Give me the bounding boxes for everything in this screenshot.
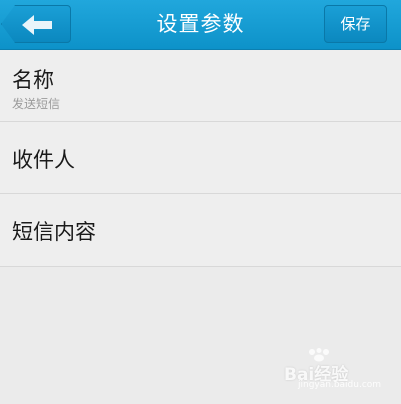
list-item-name[interactable]: 名称 发送短信 xyxy=(0,50,401,122)
list-item-label: 短信内容 xyxy=(12,220,96,244)
watermark-url: jingyan.baidu.com xyxy=(298,380,382,390)
save-button[interactable]: 保存 xyxy=(324,5,387,43)
app-header: 设置参数 保存 xyxy=(0,0,401,50)
back-arrow-icon xyxy=(22,15,52,35)
list-item-label: 名称 xyxy=(12,68,54,92)
list-item-value: 发送短信 xyxy=(12,97,61,111)
list-item-sms-content[interactable]: 短信内容 xyxy=(0,194,401,267)
page-title: 设置参数 xyxy=(156,12,245,36)
back-button[interactable] xyxy=(1,5,71,43)
settings-list: 名称 发送短信 收件人 短信内容 xyxy=(0,50,401,267)
list-item-label: 收件人 xyxy=(12,148,75,172)
list-item-recipient[interactable]: 收件人 xyxy=(0,122,401,194)
baidu-watermark: Bai经验 jingyan.baidu.com xyxy=(284,348,396,390)
